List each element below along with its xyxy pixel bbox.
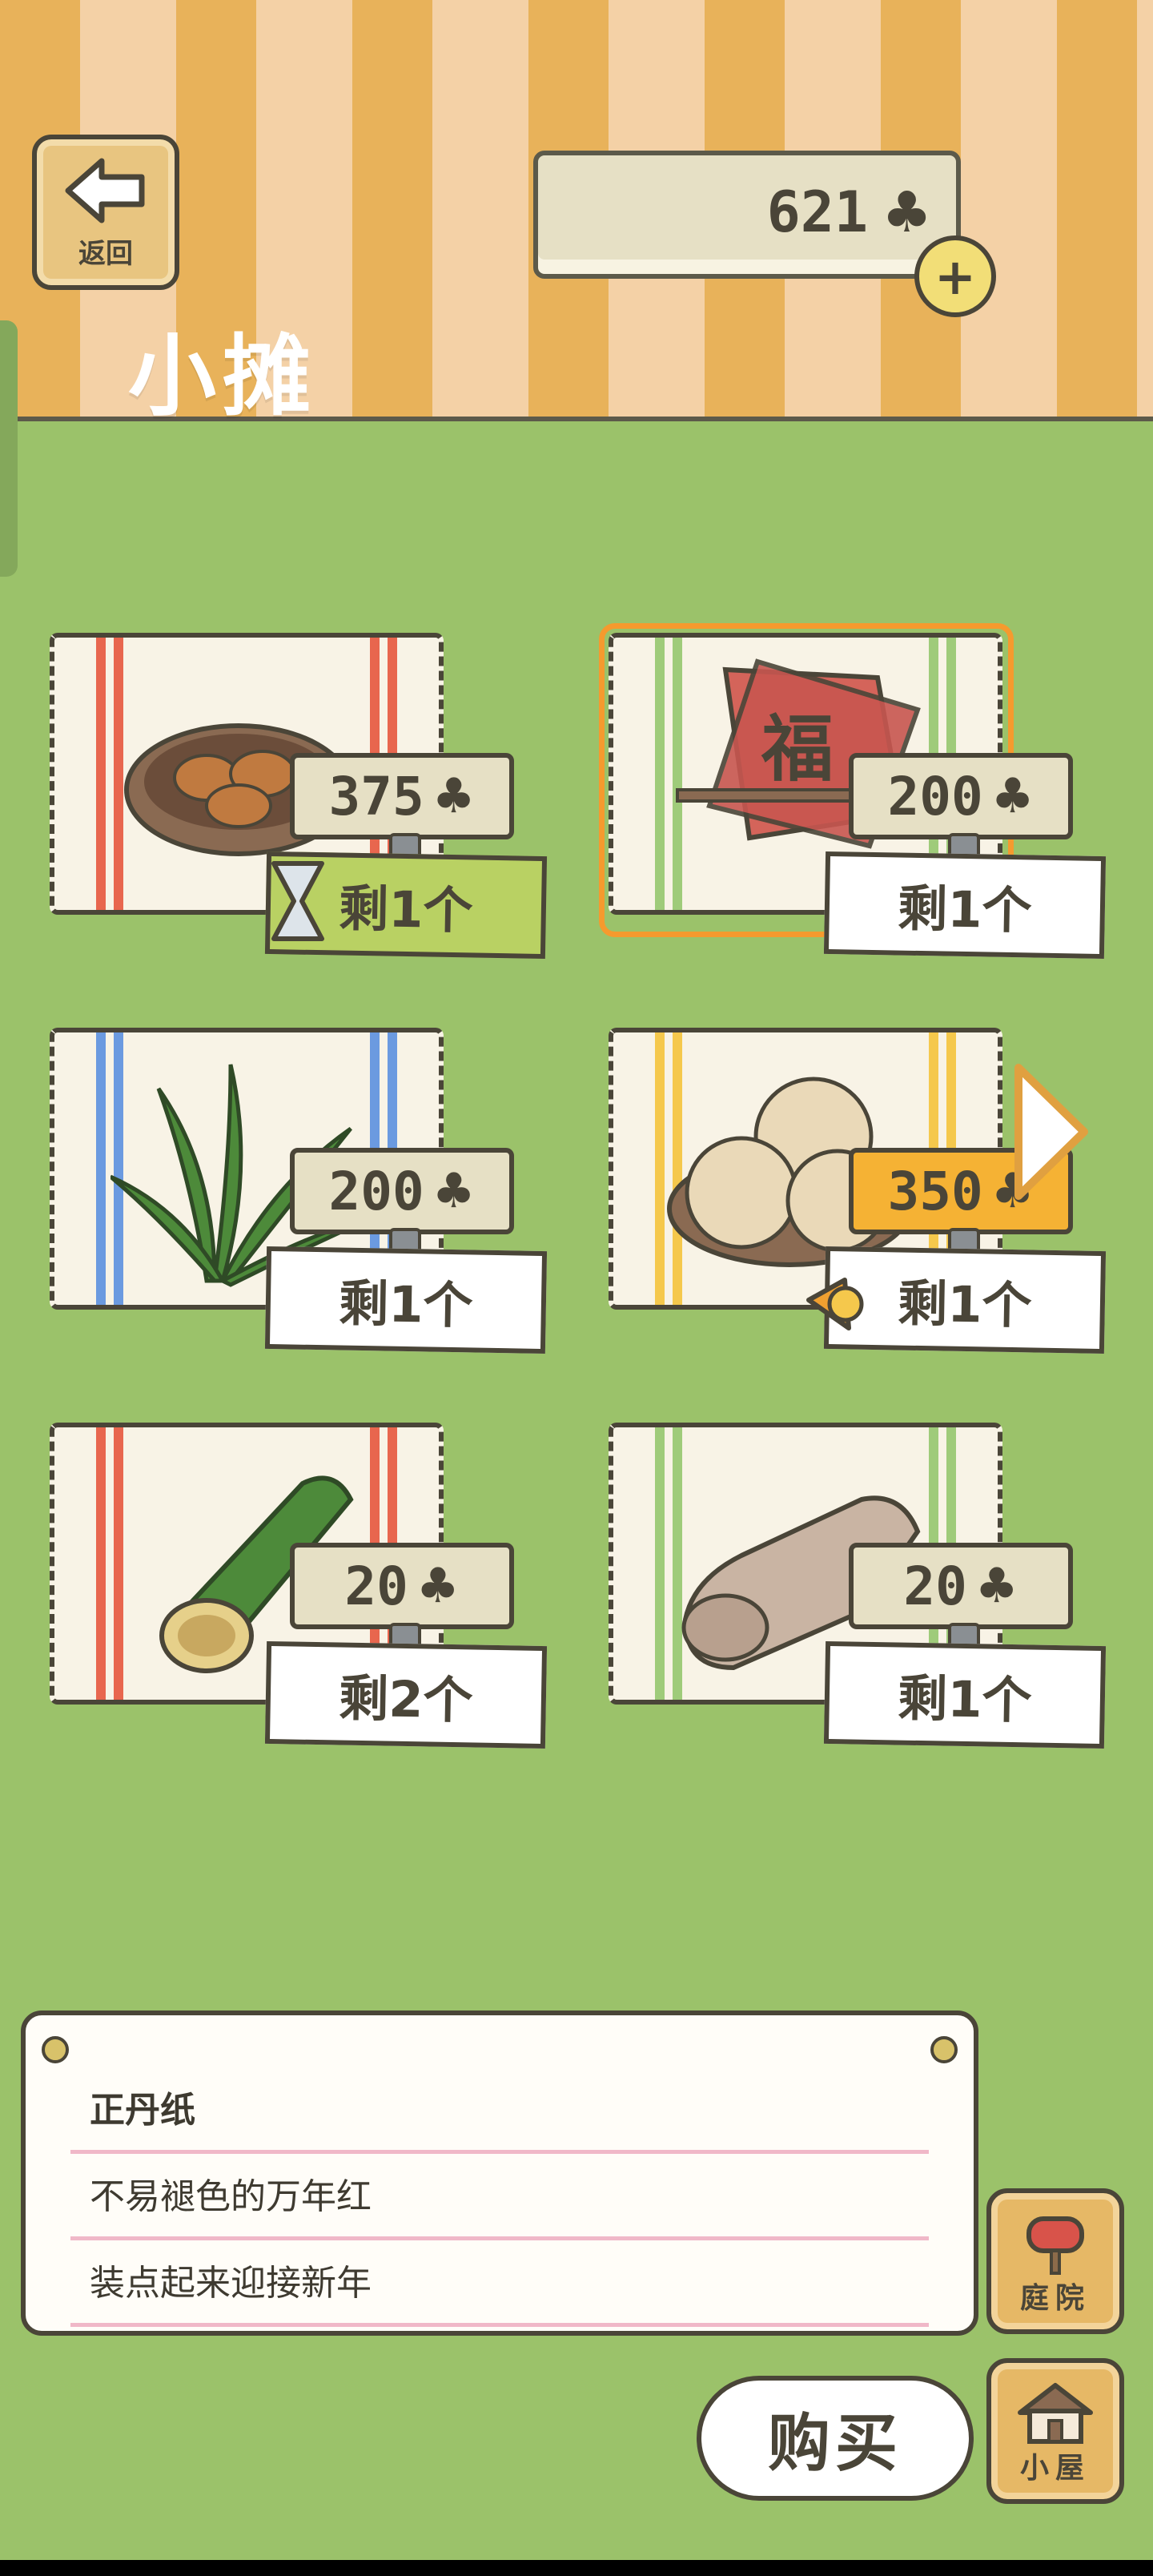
house-label: 小屋 [1019, 2452, 1091, 2485]
buy-button[interactable]: 购买 [697, 2376, 974, 2501]
currency-value: 621 [766, 179, 868, 245]
house-icon [1018, 2383, 1093, 2444]
clover-icon: ♣ [432, 1163, 476, 1219]
clover-icon: ♣ [974, 1558, 1018, 1614]
price-value: 200 [328, 1160, 424, 1222]
stock-label: 剩2个 [264, 1640, 548, 1749]
stock-text: 剩1个 [338, 1274, 474, 1335]
price-value: 350 [887, 1160, 983, 1222]
price-tag: 375 ♣ [290, 753, 514, 839]
shop-item-red-paper[interactable]: 福 200 ♣ 剩1个 [599, 623, 1107, 960]
stock-text: 剩2个 [338, 1668, 474, 1730]
price-value: 375 [328, 765, 424, 827]
pin-dot [930, 2036, 958, 2063]
clover-icon: ♣ [416, 1558, 460, 1614]
system-bar [0, 2560, 1153, 2576]
pin-dot [42, 2036, 69, 2063]
item-description-line: 装点起来迎接新年 [70, 2236, 929, 2327]
stock-text: 剩1个 [897, 1274, 1033, 1335]
clover-icon: ♣ [990, 768, 1034, 824]
stock-text: 剩1个 [897, 1668, 1033, 1730]
shop-item-leaves[interactable]: 200 ♣ 剩1个 [50, 1028, 548, 1354]
cloth-stripe [96, 1032, 106, 1305]
page-title: 小摊 [128, 325, 317, 428]
price-value: 20 [344, 1555, 408, 1617]
stock-label: 剩1个 [823, 1640, 1107, 1749]
shop-item-bamboo[interactable]: 20 ♣ 剩2个 [50, 1423, 548, 1749]
currency-bar: 621 ♣ [533, 151, 961, 279]
yard-button[interactable]: 庭院 [986, 2188, 1124, 2334]
stock-label: 剩1个 [823, 851, 1107, 960]
arrow-left-icon [65, 158, 145, 223]
back-label: 返回 [78, 237, 133, 270]
edge-tab[interactable] [0, 320, 18, 577]
cloth-stripe [96, 638, 106, 910]
item-description-line: 不易褪色的万年红 [70, 2150, 929, 2240]
price-value: 20 [903, 1555, 967, 1617]
shop-item-cloth[interactable]: 20 ♣ 剩1个 [609, 1423, 1107, 1749]
shop-item-buns[interactable]: 350 ♣ 剩1个 [609, 1028, 1107, 1354]
buy-label: 购买 [767, 2408, 902, 2480]
cloth-stripe [96, 1427, 106, 1700]
price-tag: 200 ♣ [290, 1148, 514, 1234]
item-title: 正丹纸 [70, 2063, 929, 2154]
yard-label: 庭院 [1019, 2282, 1091, 2315]
clover-icon: ♣ [882, 179, 932, 245]
price-tag: 200 ♣ [849, 753, 1073, 839]
stock-label: 剩1个 [264, 1246, 548, 1354]
next-page-arrow-button[interactable] [1007, 1060, 1095, 1204]
stock-text: 剩1个 [897, 879, 1033, 940]
house-button[interactable]: 小屋 [986, 2358, 1124, 2504]
svg-text:福: 福 [761, 707, 834, 791]
shop-item-dumplings[interactable]: 375 ♣ 剩1个 [50, 633, 548, 960]
back-button[interactable]: 返回 [32, 135, 179, 290]
price-tag: 20 ♣ [290, 1543, 514, 1629]
description-panel: 正丹纸 不易褪色的万年红 装点起来迎接新年 [21, 2010, 978, 2336]
add-currency-button[interactable]: + [914, 235, 996, 317]
hourglass-icon [266, 857, 330, 945]
price-tag: 20 ♣ [849, 1543, 1073, 1629]
horn-icon [801, 1268, 873, 1340]
plus-icon: + [934, 247, 976, 306]
cloth-stripe [114, 1427, 123, 1700]
clover-icon: ♣ [432, 768, 476, 824]
price-value: 200 [887, 765, 983, 827]
mailbox-icon [1026, 2216, 1084, 2275]
stock-text: 剩1个 [338, 879, 474, 940]
